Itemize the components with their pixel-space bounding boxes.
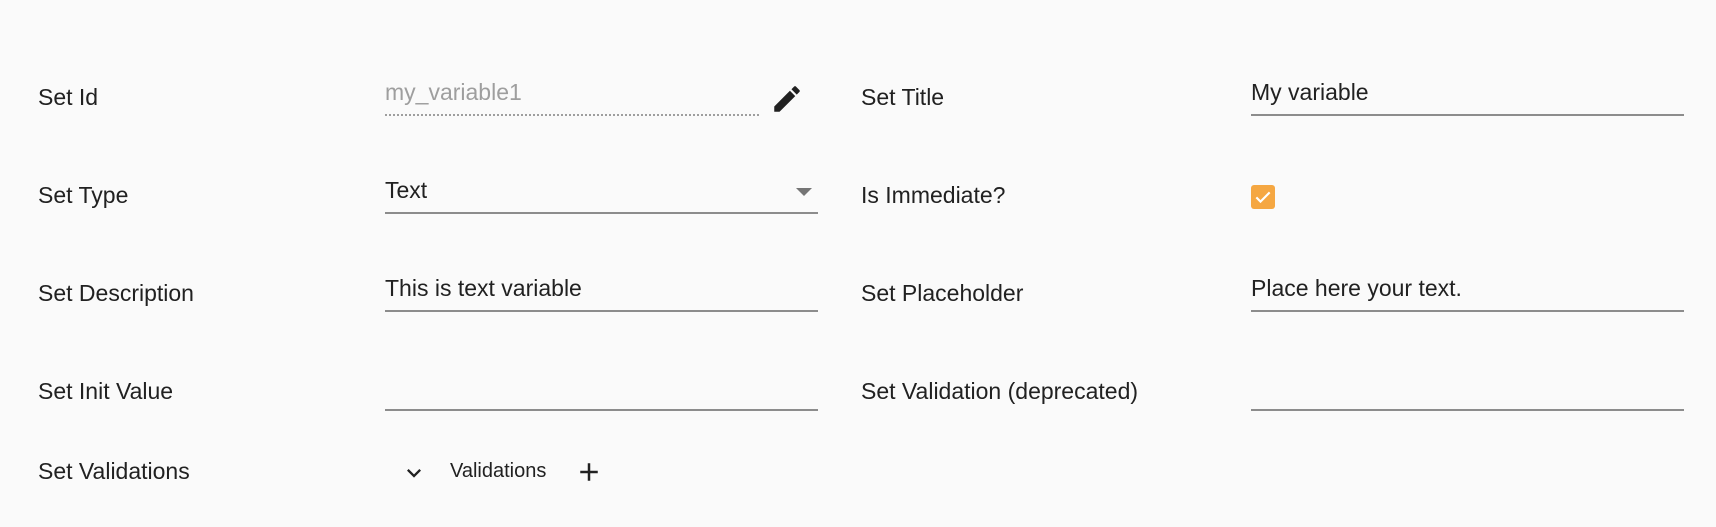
- chevron-down-icon: [407, 469, 421, 478]
- title-field[interactable]: My variable: [1251, 76, 1684, 116]
- placeholder-field[interactable]: Place here your text.: [1251, 272, 1684, 312]
- placeholder-value: Place here your text.: [1251, 275, 1462, 301]
- add-validation-button[interactable]: [574, 457, 604, 487]
- id-field: my_variable1: [385, 76, 759, 116]
- placeholder-label: Set Placeholder: [861, 280, 1024, 306]
- validation-deprecated-field[interactable]: [1251, 371, 1684, 411]
- check-icon: [1255, 191, 1271, 204]
- immediate-checkbox[interactable]: [1251, 185, 1275, 209]
- edit-id-button[interactable]: [770, 82, 804, 116]
- pencil-icon: [774, 86, 800, 112]
- dropdown-arrow-icon: [796, 188, 812, 196]
- init-value-label: Set Init Value: [38, 378, 174, 404]
- title-value: My variable: [1251, 79, 1369, 105]
- validations-section-label: Validations: [450, 460, 547, 482]
- description-field[interactable]: This is text variable: [385, 272, 818, 312]
- title-label: Set Title: [861, 84, 945, 110]
- type-label: Set Type: [38, 182, 129, 208]
- id-label: Set Id: [38, 84, 99, 110]
- description-value: This is text variable: [385, 275, 582, 301]
- description-label: Set Description: [38, 280, 194, 306]
- expand-validations-button[interactable]: [400, 459, 428, 487]
- immediate-label: Is Immediate?: [861, 182, 1006, 208]
- type-select[interactable]: Text: [385, 174, 818, 214]
- plus-icon: [580, 463, 598, 481]
- type-value: Text: [385, 177, 428, 203]
- validations-label: Set Validations: [38, 458, 190, 484]
- init-value-field[interactable]: [385, 371, 818, 411]
- validation-deprecated-label: Set Validation (deprecated): [861, 378, 1139, 404]
- id-value: my_variable1: [385, 79, 522, 105]
